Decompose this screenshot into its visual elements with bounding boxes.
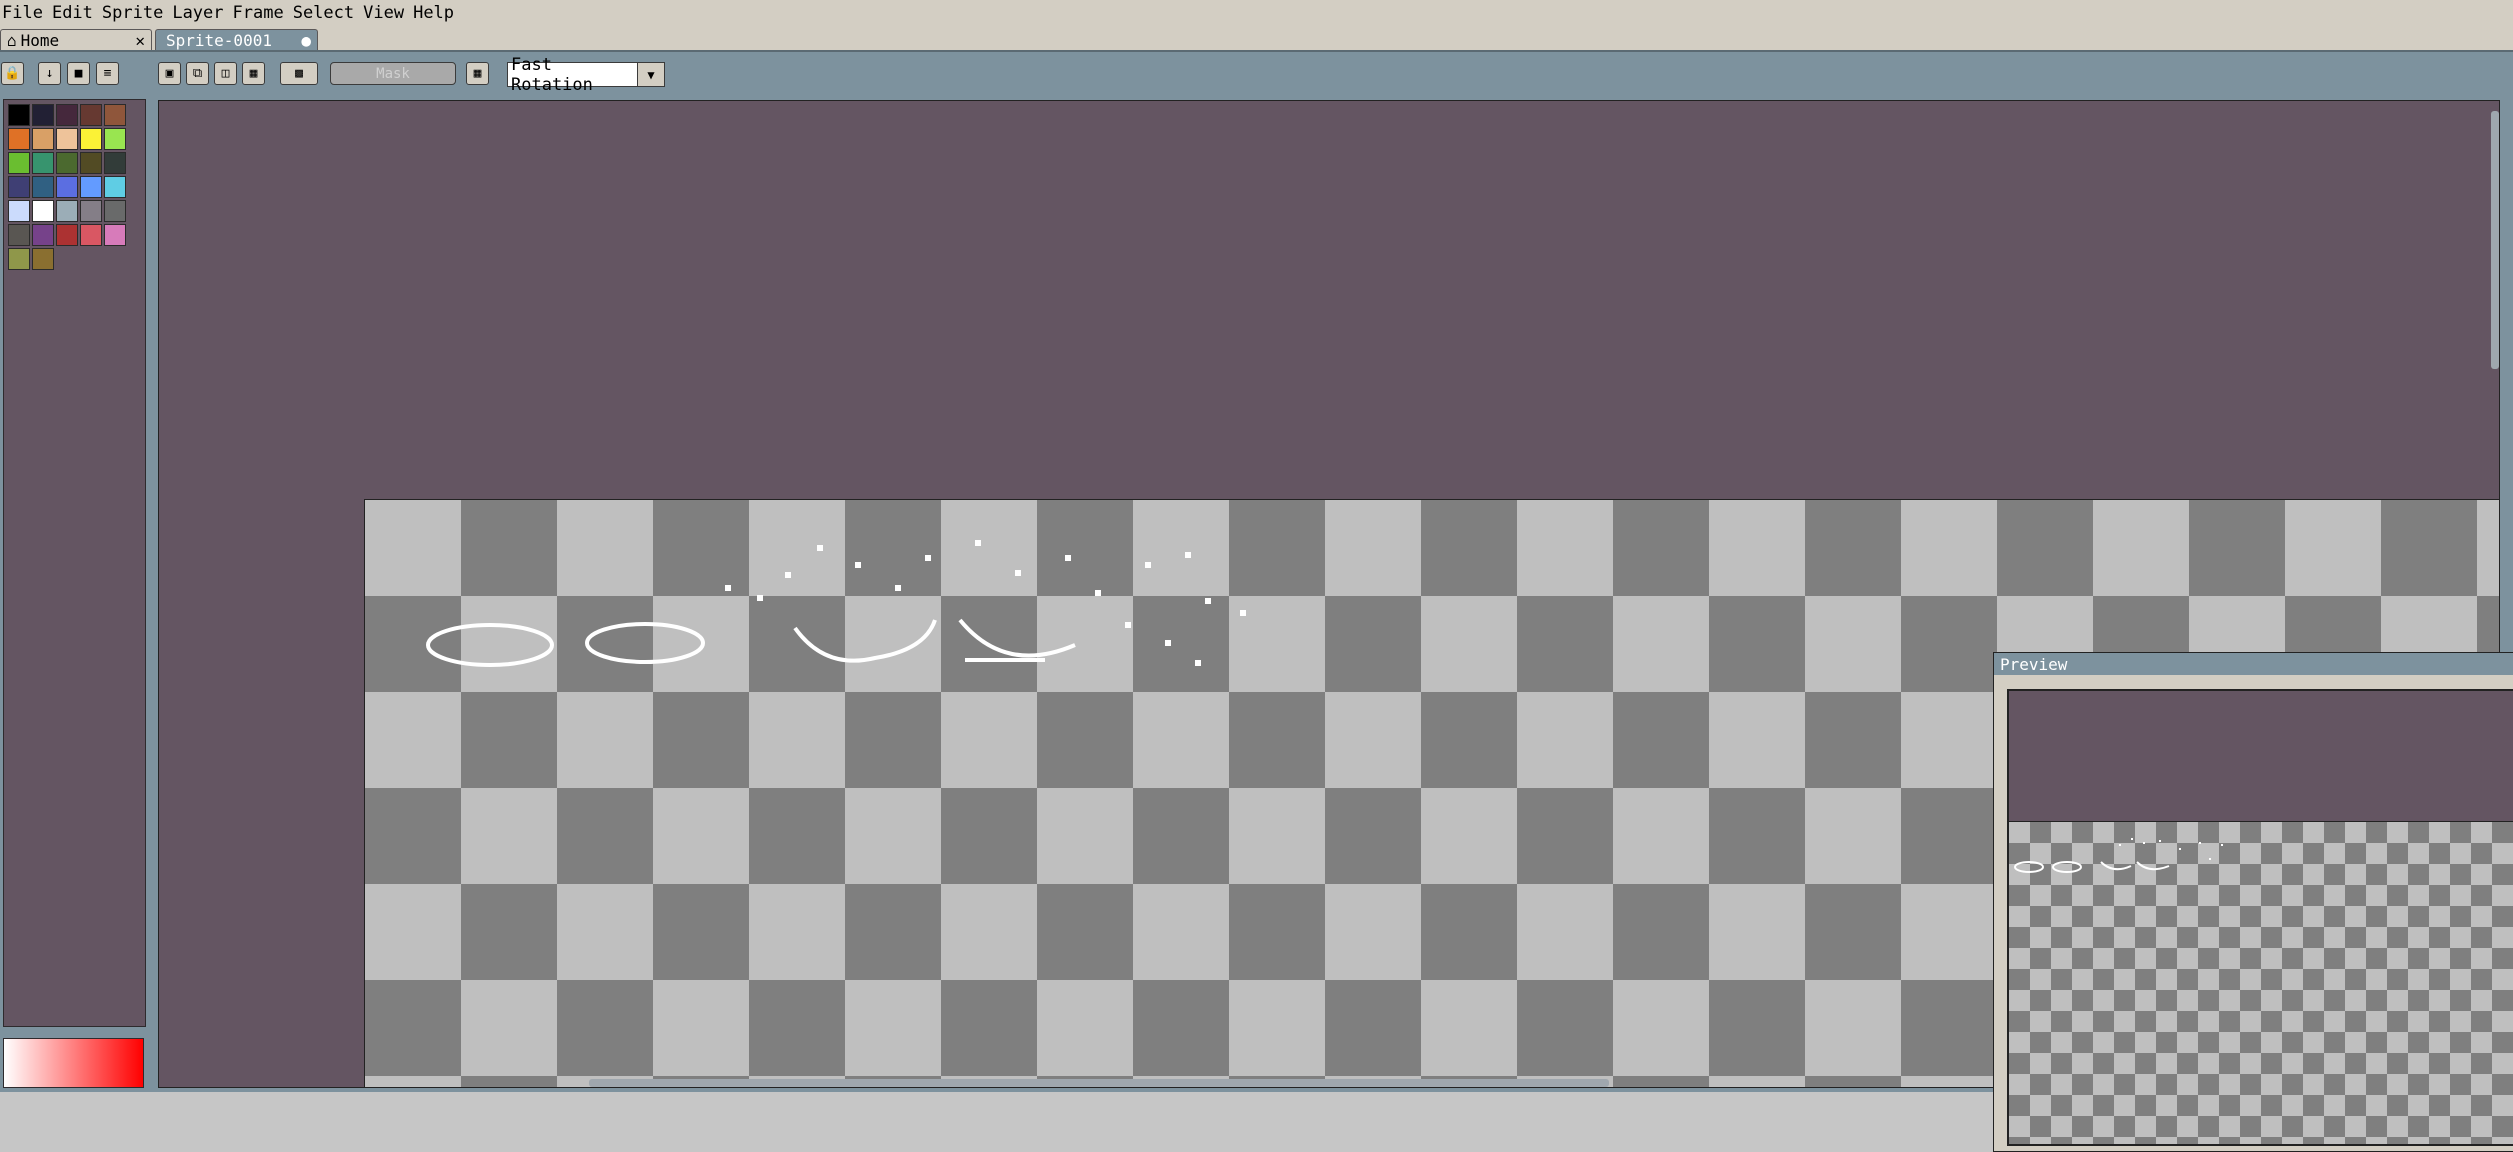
tab-sprite-label: Sprite-0001 bbox=[166, 30, 272, 50]
pixel-connectedness-icon[interactable]: ▩ bbox=[280, 62, 318, 85]
preview-window: Preview ⨁ ▶ ✕ bbox=[1993, 652, 2513, 1152]
menu-edit[interactable]: Edit bbox=[50, 0, 100, 26]
menu-frame[interactable]: Frame bbox=[231, 0, 291, 26]
menu-help[interactable]: Help bbox=[411, 0, 461, 26]
palette-swatch[interactable] bbox=[32, 224, 54, 246]
modified-dot-icon[interactable]: ● bbox=[301, 31, 311, 50]
palette-swatch[interactable] bbox=[56, 128, 78, 150]
palette-swatch[interactable] bbox=[104, 224, 126, 246]
palette-grid bbox=[3, 99, 146, 1027]
square-icon[interactable]: ■ bbox=[67, 62, 90, 85]
palette-swatch[interactable] bbox=[104, 104, 126, 126]
palette-swatch[interactable] bbox=[80, 128, 102, 150]
menu-file[interactable]: File bbox=[0, 0, 50, 26]
tab-home[interactable]: ⌂ Home ✕ bbox=[0, 29, 152, 50]
palette-swatch[interactable] bbox=[32, 128, 54, 150]
horizontal-scrollbar[interactable] bbox=[589, 1079, 1609, 1087]
preview-title: Preview bbox=[2000, 654, 2068, 674]
preview-viewport[interactable] bbox=[2007, 689, 2513, 1146]
palette-swatch[interactable] bbox=[104, 128, 126, 150]
palette-swatch[interactable] bbox=[8, 200, 30, 222]
palette-swatch[interactable] bbox=[56, 104, 78, 126]
color-bar[interactable] bbox=[3, 1038, 144, 1088]
palette-swatch[interactable] bbox=[32, 200, 54, 222]
rotation-algorithm-select[interactable]: Fast Rotation ▼ bbox=[507, 55, 665, 95]
palette-swatch[interactable] bbox=[104, 176, 126, 198]
rotation-algorithm-value: Fast Rotation bbox=[511, 54, 593, 95]
palette-swatch[interactable] bbox=[8, 176, 30, 198]
preview-title-bar[interactable]: Preview ⨁ ▶ ✕ bbox=[1994, 653, 2513, 675]
palette-swatch[interactable] bbox=[56, 224, 78, 246]
palette-swatch[interactable] bbox=[80, 152, 102, 174]
palette-swatch[interactable] bbox=[56, 200, 78, 222]
context-toolbar: 🔒 ↓ ■ ≡ ▣ ⧉ ◫ ▦ ▩ Mask ▦ Fast Rotation ▼ bbox=[0, 50, 2513, 98]
palette-swatch[interactable] bbox=[8, 224, 30, 246]
selection-replace-icon[interactable]: ▣ bbox=[158, 62, 181, 85]
menu-view[interactable]: View bbox=[361, 0, 411, 26]
palette-swatch[interactable] bbox=[8, 104, 30, 126]
selection-subtract-icon[interactable]: ◫ bbox=[214, 62, 237, 85]
tab-sprite[interactable]: Sprite-0001 ● bbox=[155, 29, 318, 50]
menu-sprite[interactable]: Sprite bbox=[100, 0, 170, 26]
palette-swatch[interactable] bbox=[80, 224, 102, 246]
selection-add-icon[interactable]: ⧉ bbox=[186, 62, 209, 85]
pivot-grid-icon[interactable]: ▦ bbox=[466, 62, 489, 85]
home-icon: ⌂ bbox=[7, 30, 17, 50]
palette-swatch[interactable] bbox=[80, 104, 102, 126]
palette-swatch[interactable] bbox=[32, 152, 54, 174]
menu-select[interactable]: Select bbox=[291, 0, 361, 26]
arrow-down-icon[interactable]: ↓ bbox=[38, 62, 61, 85]
lock-icon[interactable]: 🔒 bbox=[1, 62, 24, 85]
palette-swatch[interactable] bbox=[56, 152, 78, 174]
palette-swatch[interactable] bbox=[32, 248, 54, 270]
palette-swatch[interactable] bbox=[32, 176, 54, 198]
selection-intersect-icon[interactable]: ▦ bbox=[242, 62, 265, 85]
preview-canvas bbox=[2009, 821, 2513, 1144]
tab-bar: ⌂ Home ✕ Sprite-0001 ● bbox=[0, 26, 2513, 50]
sprite-drawing bbox=[426, 540, 1246, 667]
vertical-scrollbar[interactable] bbox=[2491, 111, 2499, 369]
transparent-color-button[interactable]: Mask bbox=[330, 62, 456, 85]
preview-drawing bbox=[2014, 838, 2223, 873]
menu-bar: File Edit Sprite Layer Frame Select View… bbox=[0, 0, 2513, 27]
palette-swatch[interactable] bbox=[8, 128, 30, 150]
palette-swatch[interactable] bbox=[8, 152, 30, 174]
mask-label: Mask bbox=[376, 65, 410, 82]
menu-layer[interactable]: Layer bbox=[170, 0, 230, 26]
close-icon[interactable]: ✕ bbox=[135, 31, 145, 50]
palette-swatch[interactable] bbox=[80, 200, 102, 222]
palette-swatch[interactable] bbox=[104, 200, 126, 222]
palette-swatch[interactable] bbox=[32, 104, 54, 126]
palette-swatch[interactable] bbox=[104, 152, 126, 174]
editor-area: Preview ⨁ ▶ ✕ bbox=[150, 96, 2513, 1152]
menu-lines-icon[interactable]: ≡ bbox=[96, 62, 119, 85]
palette-swatch[interactable] bbox=[80, 176, 102, 198]
chevron-down-icon[interactable]: ▼ bbox=[637, 63, 664, 86]
palette-swatch[interactable] bbox=[8, 248, 30, 270]
palette-panel bbox=[0, 96, 150, 1092]
tab-home-label: Home bbox=[20, 30, 60, 50]
palette-swatch[interactable] bbox=[56, 176, 78, 198]
